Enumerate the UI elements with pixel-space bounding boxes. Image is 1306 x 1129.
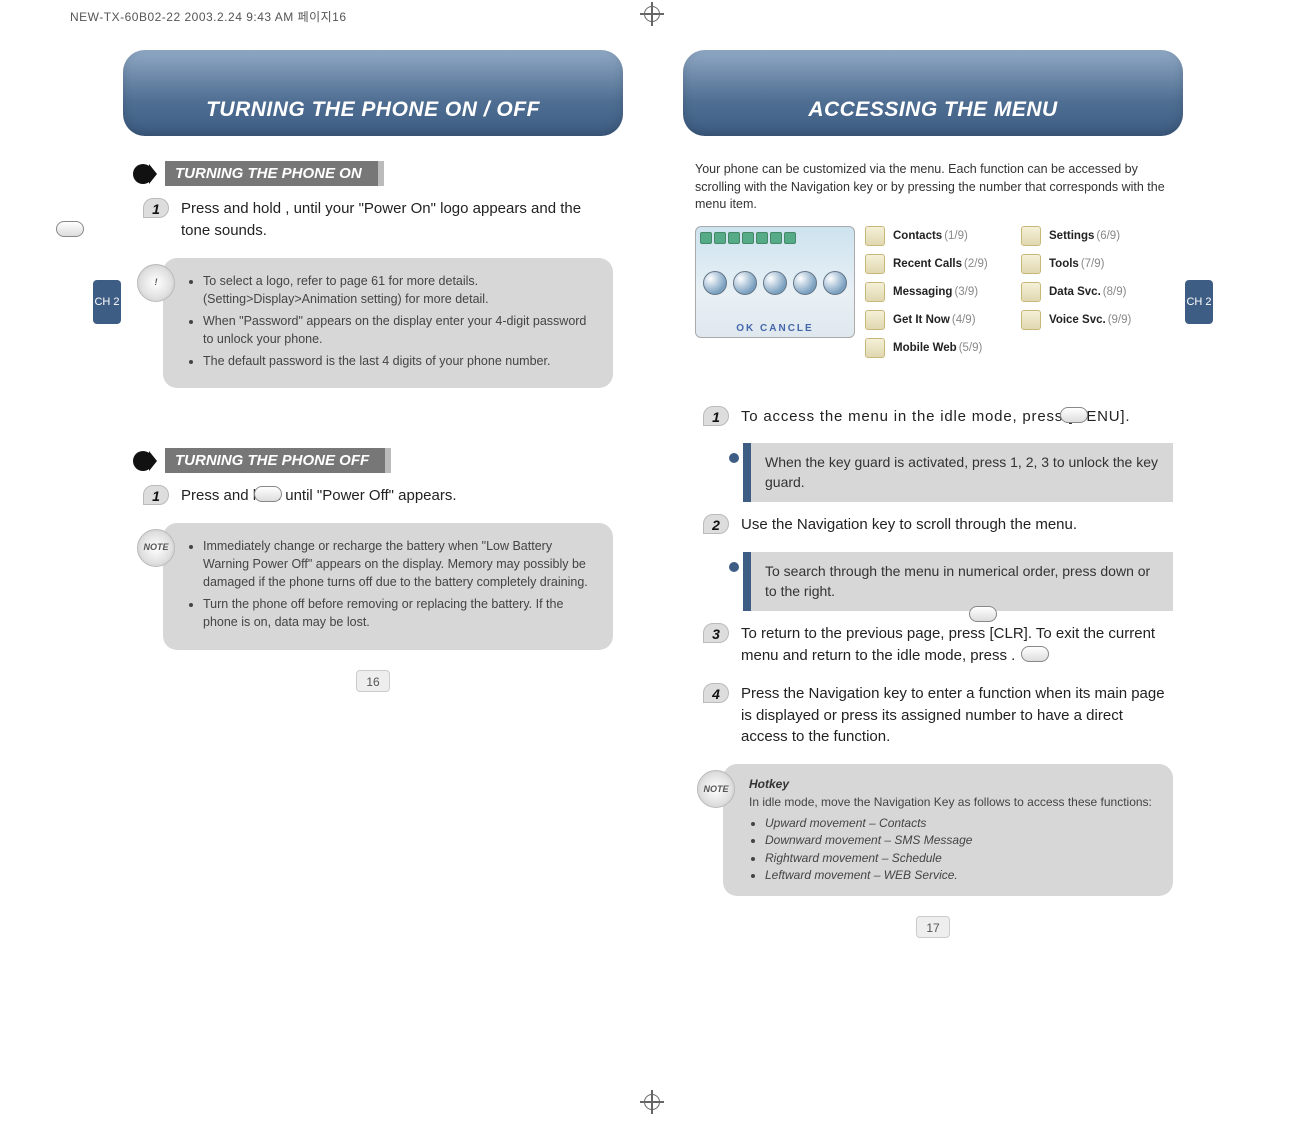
note-item: The default password is the last 4 digit… [203, 352, 595, 370]
step-text: Use the Navigation key to scroll through… [741, 514, 1173, 536]
menu-icon [733, 271, 757, 295]
menu-icon [703, 271, 727, 295]
menu-icon-row [696, 271, 854, 295]
arrow-icon [149, 451, 157, 471]
chapter-tab-right: CH 2 [1185, 280, 1213, 324]
note-item: Immediately change or recharge the batte… [203, 537, 595, 591]
note-item: To select a logo, refer to page 61 for m… [203, 272, 595, 308]
step-number: 2 [703, 514, 729, 534]
battery-icon [714, 232, 726, 244]
menu-item-icon [865, 226, 885, 246]
step-2: 2 Use the Navigation key to scroll throu… [703, 514, 1173, 536]
registration-mark-bottom [640, 1090, 664, 1114]
hotkey-title: Hotkey [749, 776, 1157, 793]
menu-item: Get It Now(4/9) [893, 314, 1015, 326]
step-3: 3 To return to the previous page, press … [703, 623, 1173, 667]
step-number: 1 [143, 485, 169, 505]
menu-item: Messaging(3/9) [893, 286, 1015, 298]
roam-icon [770, 232, 782, 244]
note-off: NOTE Immediately change or recharge the … [163, 523, 613, 650]
menu-item-icon [865, 254, 885, 274]
step-number: 1 [143, 198, 169, 218]
alert-icon: ! [137, 264, 175, 302]
step-number: 1 [703, 406, 729, 426]
end-key-icon [254, 486, 282, 502]
callout-search: To search through the menu in numerical … [743, 552, 1173, 611]
step-on-1: 1 Press and hold , until your "Power On"… [143, 198, 613, 242]
section-turning-on: TURNING THE PHONE ON [133, 161, 643, 186]
hotkey-item: Downward movement – SMS Message [765, 832, 1157, 849]
menu-item: Data Svc.(8/9) [1049, 286, 1171, 298]
note-item: When "Password" appears on the display e… [203, 312, 595, 348]
right-banner: ACCESSING THE MENU [683, 50, 1183, 136]
menu-item: Settings(6/9) [1049, 230, 1171, 242]
hotkey-item: Leftward movement – WEB Service. [765, 867, 1157, 884]
note-list: Immediately change or recharge the batte… [189, 537, 595, 632]
step-1: 1 To access the menu in the idle mode, p… [703, 406, 1173, 428]
signal-icon [700, 232, 712, 244]
step-text: Press and hold , until your "Power On" l… [181, 198, 613, 242]
menu-icon [793, 271, 817, 295]
section-turning-off: TURNING THE PHONE OFF [133, 448, 643, 473]
left-page: TURNING THE PHONE ON / OFF CH 2 TURNING … [93, 30, 653, 978]
softkey-labels: OK CANCLE [696, 323, 854, 334]
menu-item: Contacts(1/9) [893, 230, 1015, 242]
menu-item-icon [865, 338, 885, 358]
right-page: ACCESSING THE MENU CH 2 Your phone can b… [653, 30, 1213, 978]
phone-screenshot: OK CANCLE [695, 226, 855, 338]
source-file-header: NEW-TX-60B02-22 2003.2.24 9:43 AM 페이지16 [70, 8, 347, 25]
step-off-1: 1 Press and hold until "Power Off" appea… [143, 485, 613, 507]
menu-item: Tools(7/9) [1049, 258, 1171, 270]
menu-item: Voice Svc.(9/9) [1049, 314, 1171, 326]
step-text: Press and hold until "Power Off" appears… [181, 485, 613, 507]
alarm-icon [742, 232, 754, 244]
arrow-icon [149, 164, 157, 184]
status-bar [700, 231, 850, 245]
hotkey-item: Rightward movement – Schedule [765, 850, 1157, 867]
menu-item-icon [1021, 310, 1041, 330]
step-4: 4 Press the Navigation key to enter a fu… [703, 683, 1173, 748]
end-key-icon [1021, 646, 1049, 662]
menu-item-icon [865, 282, 885, 302]
menu-item-icon [1021, 282, 1041, 302]
softkey-icon [969, 606, 997, 622]
callout-keyguard: When the key guard is activated, press 1… [743, 443, 1173, 502]
menu-icon [823, 271, 847, 295]
step-number: 3 [703, 623, 729, 643]
page-number-left: 16 [356, 670, 390, 692]
note-on: ! To select a logo, refer to page 61 for… [163, 258, 613, 389]
menu-item-icon [865, 310, 885, 330]
chapter-tab-left: CH 2 [93, 280, 121, 324]
softkey-icon [1060, 407, 1088, 423]
menu-icon [763, 271, 787, 295]
note-icon: NOTE [697, 770, 735, 808]
note-list: To select a logo, refer to page 61 for m… [189, 272, 595, 371]
step-text: To return to the previous page, press [C… [741, 623, 1173, 667]
menu-list: Contacts(1/9) Settings(6/9) Recent Calls… [865, 226, 1171, 358]
section-label: TURNING THE PHONE ON [165, 161, 378, 186]
vib-icon [756, 232, 768, 244]
hotkey-intro: In idle mode, move the Navigation Key as… [749, 794, 1157, 811]
step-text: Press the Navigation key to enter a func… [741, 683, 1173, 748]
menu-item: Mobile Web(5/9) [893, 342, 1171, 354]
note-item: Turn the phone off before removing or re… [203, 595, 595, 631]
menu-item-icon [1021, 226, 1041, 246]
left-banner: TURNING THE PHONE ON / OFF [123, 50, 623, 136]
page-number-right: 17 [916, 916, 950, 938]
menu-item: Recent Calls(2/9) [893, 258, 1015, 270]
end-key-icon [56, 221, 84, 237]
step-text: To access the menu in the idle mode, pre… [741, 406, 1173, 428]
menu-overview: OK CANCLE Contacts(1/9) Settings(6/9) Re… [695, 226, 1171, 358]
hotkey-item: Upward movement – Contacts [765, 815, 1157, 832]
hotkey-note: NOTE Hotkey In idle mode, move the Navig… [723, 764, 1173, 896]
msg-icon [728, 232, 740, 244]
intro-text: Your phone can be customized via the men… [695, 161, 1171, 214]
lock-icon [784, 232, 796, 244]
note-icon: NOTE [137, 529, 175, 567]
hotkey-list: Upward movement – Contacts Downward move… [749, 815, 1157, 885]
spread: TURNING THE PHONE ON / OFF CH 2 TURNING … [0, 0, 1306, 978]
section-label: TURNING THE PHONE OFF [165, 448, 385, 473]
step-number: 4 [703, 683, 729, 703]
menu-item-icon [1021, 254, 1041, 274]
